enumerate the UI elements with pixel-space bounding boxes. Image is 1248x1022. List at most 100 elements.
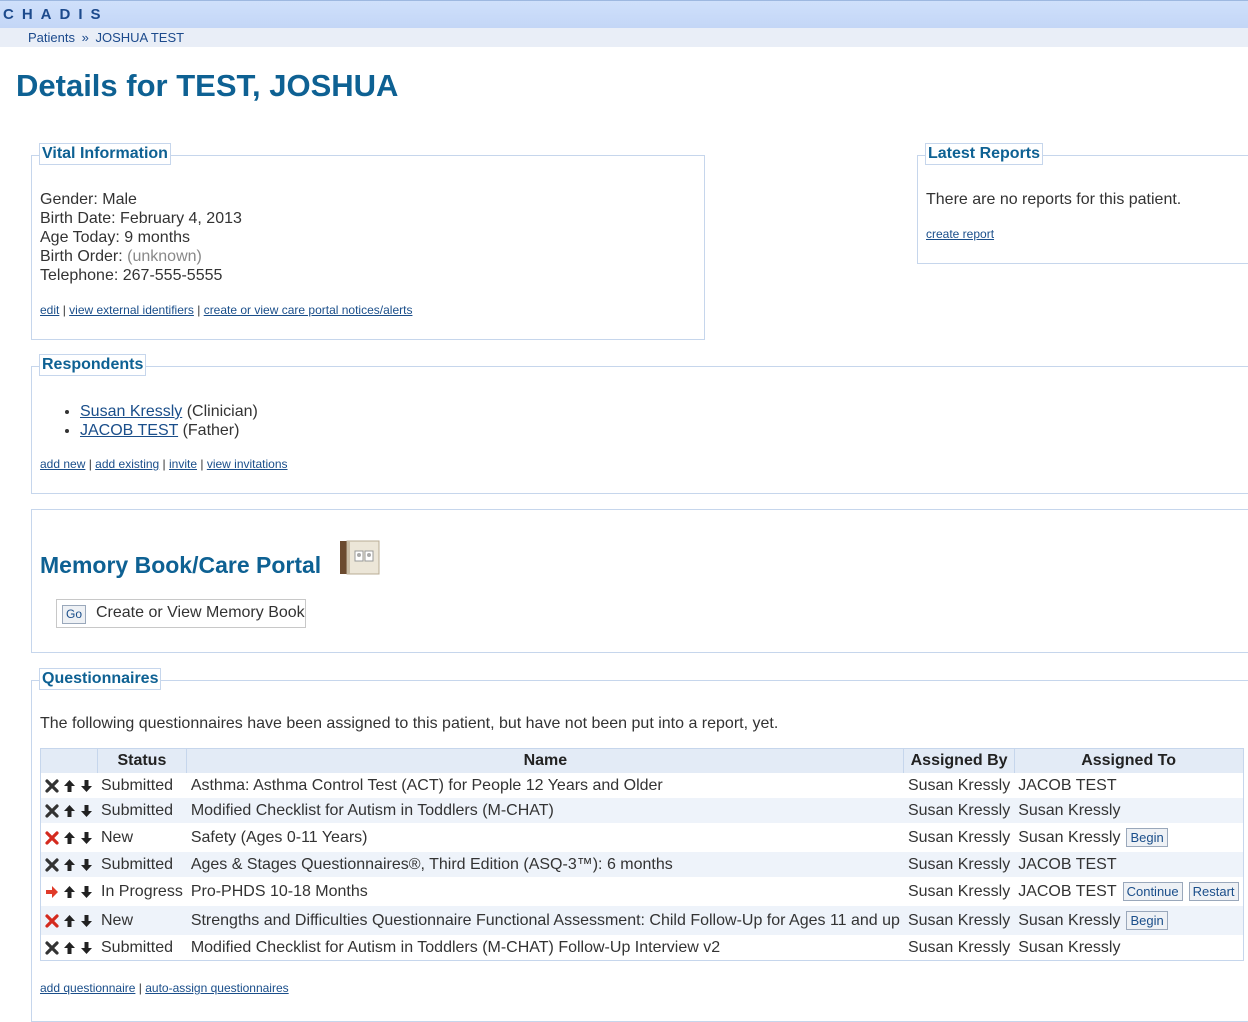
breadcrumb-patients-link[interactable]: Patients bbox=[28, 30, 75, 45]
begin-button[interactable]: Begin bbox=[1126, 911, 1168, 930]
assigned-by-column-header: Assigned By bbox=[903, 748, 1015, 773]
name-cell: Safety (Ages 0-11 Years) bbox=[190, 828, 368, 846]
table-row: Submitted Modified Checklist for Autism i… bbox=[41, 935, 1244, 961]
delete-icon[interactable] bbox=[45, 913, 59, 928]
move-down-icon[interactable] bbox=[80, 914, 93, 928]
move-up-icon[interactable] bbox=[63, 779, 76, 793]
invite-respondent-link[interactable]: invite bbox=[169, 457, 197, 471]
delete-icon[interactable] bbox=[45, 940, 59, 955]
status-cell: New bbox=[101, 828, 134, 846]
table-row: In Progress Pro-PHDS 10-18 Months Susan Kr… bbox=[41, 877, 1244, 906]
add-questionnaire-link[interactable]: add questionnaire bbox=[40, 981, 135, 995]
telephone-value: 267-555-5555 bbox=[122, 267, 223, 284]
restart-button[interactable]: Restart bbox=[1188, 882, 1239, 901]
row-actions bbox=[45, 885, 93, 899]
respondent-list: Susan Kressly (Clinician) JACOB TEST (Fa… bbox=[40, 402, 258, 440]
birth-order-value: (unknown) bbox=[127, 248, 202, 265]
row-actions-cell bbox=[41, 877, 98, 906]
auto-assign-questionnaires-link[interactable]: auto-assign questionnaires bbox=[145, 981, 288, 995]
in-progress-arrow-icon[interactable] bbox=[45, 885, 59, 899]
birth-date-label: Birth Date: bbox=[40, 210, 116, 227]
assigned-by-cell: Susan Kressly bbox=[907, 776, 1011, 794]
view-external-identifiers-link[interactable]: view external identifiers bbox=[69, 303, 194, 317]
respondent-name-link[interactable]: Susan Kressly bbox=[80, 403, 182, 420]
move-down-icon[interactable] bbox=[80, 885, 93, 899]
vital-information-legend: Vital Information bbox=[39, 143, 171, 165]
assigned-to-cell: Susan Kressly bbox=[1014, 798, 1244, 823]
move-up-icon[interactable] bbox=[63, 914, 76, 928]
assigned-to-column-header: Assigned To bbox=[1013, 748, 1244, 773]
delete-icon[interactable] bbox=[45, 857, 59, 872]
view-invitations-link[interactable]: view invitations bbox=[207, 457, 288, 471]
move-up-icon[interactable] bbox=[63, 858, 76, 872]
page-title: Details for TEST, JOSHUA bbox=[16, 68, 399, 103]
add-new-respondent-link[interactable]: add new bbox=[40, 457, 85, 471]
begin-button[interactable]: Begin bbox=[1126, 828, 1168, 847]
status-cell: Submitted bbox=[101, 776, 174, 794]
move-up-icon[interactable] bbox=[63, 804, 76, 818]
gender-label: Gender: bbox=[40, 191, 98, 208]
respondents-legend: Respondents bbox=[39, 354, 147, 376]
telephone-row: Telephone: 267-555-5555 bbox=[40, 266, 242, 285]
status-cell: Submitted bbox=[97, 798, 187, 823]
assigned-to-cell: Susan Kressly Begin bbox=[1014, 906, 1244, 935]
latest-reports-panel: There are no reports for this patient. c… bbox=[917, 155, 1248, 264]
move-down-icon[interactable] bbox=[80, 779, 93, 793]
age-row: Age Today: 9 months bbox=[40, 228, 242, 247]
row-actions-cell bbox=[40, 798, 97, 823]
move-down-icon[interactable] bbox=[80, 831, 93, 845]
app-logo[interactable]: CHADIS bbox=[3, 6, 109, 23]
memory-book-action-label: Create or View Memory Book bbox=[96, 604, 305, 621]
assigned-to-value: JACOB TEST bbox=[1018, 855, 1117, 873]
delete-icon[interactable] bbox=[45, 830, 59, 845]
respondent-name-link[interactable]: JACOB TEST bbox=[80, 422, 178, 439]
assigned-by-cell: Susan Kressly bbox=[903, 798, 1015, 823]
questionnaires-intro: The following questionnaires have been a… bbox=[40, 715, 779, 732]
move-up-icon[interactable] bbox=[63, 831, 76, 845]
move-down-icon[interactable] bbox=[80, 804, 93, 818]
table-row: New Safety (Ages 0-11 Years) Susan Kressly… bbox=[41, 823, 1244, 852]
breadcrumb: Patients » JOSHUA TEST bbox=[0, 28, 1248, 47]
edit-vital-link[interactable]: edit bbox=[40, 303, 59, 317]
name-cell: Modified Checklist for Autism in Toddler… bbox=[186, 798, 904, 823]
assigned-by-cell: Susan Kressly bbox=[907, 938, 1011, 956]
age-value: 9 months bbox=[124, 229, 191, 246]
memory-book-icon bbox=[339, 538, 381, 581]
move-up-icon[interactable] bbox=[63, 885, 76, 899]
status-cell: New bbox=[97, 906, 187, 935]
move-down-icon[interactable] bbox=[80, 941, 93, 955]
delete-icon[interactable] bbox=[45, 803, 59, 818]
respondents-panel: Susan Kressly (Clinician) JACOB TEST (Fa… bbox=[31, 366, 1248, 494]
row-actions-cell bbox=[41, 935, 98, 961]
move-down-icon[interactable] bbox=[80, 858, 93, 872]
birth-order-row: Birth Order: (unknown) bbox=[40, 247, 242, 266]
row-actions bbox=[45, 778, 93, 793]
status-column-header: Status bbox=[96, 748, 187, 773]
name-cell: Strengths and Difficulties Questionnaire… bbox=[186, 906, 904, 935]
move-up-icon[interactable] bbox=[63, 941, 76, 955]
row-actions bbox=[45, 913, 93, 928]
row-actions bbox=[45, 940, 93, 955]
create-report-link[interactable]: create report bbox=[926, 227, 994, 241]
latest-reports-legend: Latest Reports bbox=[925, 143, 1044, 165]
add-existing-respondent-link[interactable]: add existing bbox=[95, 457, 159, 471]
delete-icon[interactable] bbox=[45, 778, 59, 793]
actions-column-header bbox=[40, 748, 97, 773]
assigned-to-cell: Susan Kressly bbox=[1014, 935, 1243, 961]
assigned-to-value: Susan Kressly bbox=[1018, 829, 1121, 846]
breadcrumb-current: JOSHUA TEST bbox=[95, 30, 185, 45]
status-cell: Submitted bbox=[101, 938, 174, 956]
assigned-to-value: Susan Kressly bbox=[1018, 938, 1121, 956]
name-cell: Asthma: Asthma Control Test (ACT) for Pe… bbox=[190, 776, 663, 794]
telephone-label: Telephone: bbox=[40, 267, 119, 284]
go-button[interactable]: Go bbox=[62, 605, 87, 624]
assigned-to-cell: JACOB TEST bbox=[1014, 852, 1244, 877]
gender-row: Gender: Male bbox=[40, 190, 242, 209]
app-header: CHADIS bbox=[0, 0, 1248, 28]
birth-order-label: Birth Order: bbox=[40, 248, 123, 265]
status-cell: In Progress bbox=[101, 882, 183, 900]
care-portal-notices-link[interactable]: create or view care portal notices/alert… bbox=[204, 303, 413, 317]
continue-button[interactable]: Continue bbox=[1122, 882, 1183, 901]
assigned-by-cell: Susan Kressly bbox=[907, 828, 1011, 846]
status-cell: Submitted bbox=[97, 852, 187, 877]
